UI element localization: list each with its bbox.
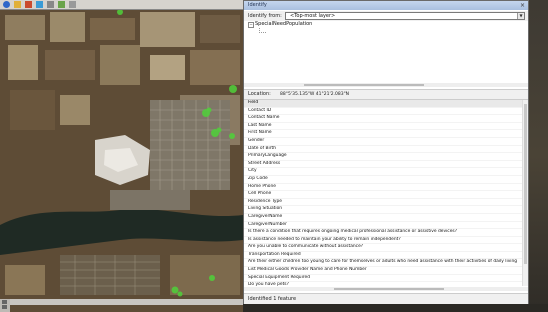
field-row[interactable]: Do you have pets? [244,282,522,286]
map-edge [529,0,548,312]
location-row: Location: 88°5'35.135"W 41°21'2.083"N [244,89,528,100]
status-text: Identified 1 feature [248,296,297,302]
layers-icon[interactable] [58,1,65,8]
field-row[interactable]: Street Address [244,161,522,169]
field-row[interactable]: City [244,168,522,176]
field-row[interactable]: Contact ID [244,108,522,116]
status-bar: Identified 1 feature [244,293,528,304]
results-tree: − SpecialNeedPopulation [244,21,528,84]
field-row[interactable]: Contact Name [244,115,522,123]
field-row[interactable]: Home Phone [244,184,522,192]
field-list-vertical-scrollbar[interactable] [522,100,528,286]
field-row[interactable]: Gender [244,138,522,146]
window-title: Identify [248,2,267,8]
location-label: Location: [248,91,271,97]
tree-expand-icon[interactable]: − [248,22,254,28]
field-row[interactable]: Special Equipment Required [244,275,522,283]
field-row[interactable]: Are their either children too young to c… [244,259,522,268]
title-bar[interactable]: Identify × [244,1,528,10]
field-row[interactable]: List Medical Goods Provider Name and Pho… [244,267,522,275]
field-row[interactable]: Last Name [244,123,522,131]
field-row[interactable]: CaregiverName [244,214,522,222]
globe-icon[interactable] [3,1,10,8]
scroll-thumb[interactable] [334,288,444,290]
field-column-header[interactable]: Field [244,100,522,108]
taskbar-edge [243,304,548,312]
field-row[interactable]: Living Situation [244,206,522,214]
map-toolbar [0,0,243,10]
field-row[interactable]: Zip Code [244,176,522,184]
field-row[interactable]: PrimaryLanguage [244,153,522,161]
field-row[interactable]: Residence Type [244,199,522,207]
tree-horizontal-scrollbar[interactable] [244,83,528,87]
zoom-icon[interactable] [69,1,76,8]
measure-icon[interactable] [47,1,54,8]
field-row[interactable]: First Name [244,130,522,138]
field-row[interactable]: Is assistance needed to maintain your ab… [244,237,522,245]
scroll-thumb[interactable] [304,84,424,86]
location-value: 88°5'35.135"W 41°21'2.083"N [280,92,350,97]
pencil-icon[interactable] [25,1,32,8]
tree-child-connector [259,28,266,33]
scroll-thumb[interactable] [524,104,527,264]
aerial-imagery [0,9,243,312]
identify-from-value: <Top-most layer> [290,13,336,19]
dropdown-arrow-icon[interactable]: ▼ [517,13,524,19]
layout-view-icon[interactable] [2,305,7,309]
field-row[interactable]: Date of Birth [244,146,522,154]
identify-from-dropdown[interactable]: <Top-most layer> ▼ [285,12,525,20]
identify-icon[interactable] [36,1,43,8]
view-tabs [0,299,10,312]
field-row[interactable]: CaregiverNumber [244,222,522,230]
identify-from-label: Identify from: [248,13,282,19]
field-row[interactable]: Is there a condition that requires ongoi… [244,229,522,237]
tree-item-layer[interactable]: SpecialNeedPopulation [255,21,312,28]
field-list: Field Contact ID Contact Name Last Name Fir… [244,100,522,286]
identify-window: Identify × Identify from: <Top-most laye… [243,0,529,304]
field-list-horizontal-scrollbar[interactable] [244,287,528,291]
select-icon[interactable] [14,1,21,8]
data-view-icon[interactable] [2,300,7,304]
field-row[interactable]: Are you unable to communicate without as… [244,244,522,252]
identify-from-row: Identify from: <Top-most layer> ▼ [244,11,528,21]
close-icon[interactable]: × [519,2,526,9]
field-row[interactable]: Transportation Required [244,252,522,260]
field-row[interactable]: Cell Phone [244,191,522,199]
map-scrollbar[interactable] [10,299,243,305]
